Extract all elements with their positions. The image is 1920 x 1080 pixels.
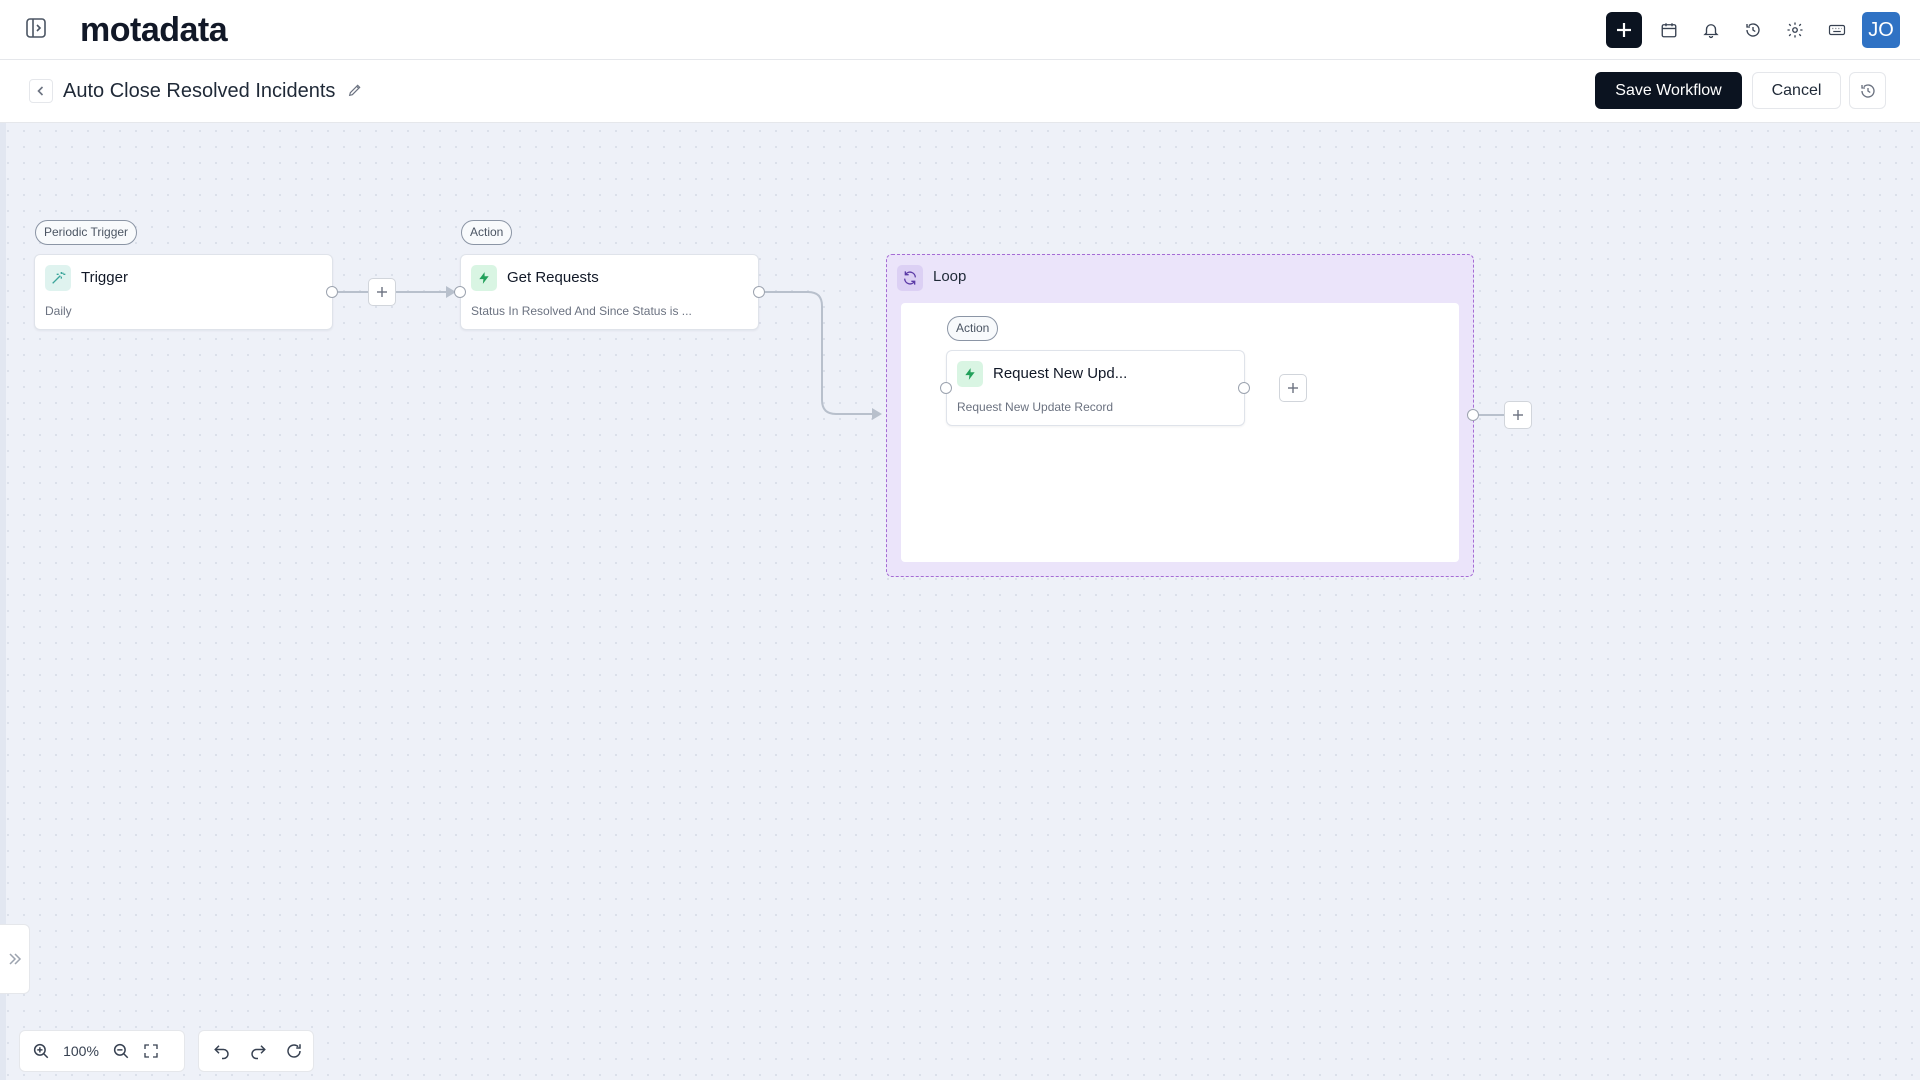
keyboard-icon[interactable] [1816,12,1858,48]
loop-label: Loop [933,268,967,285]
workflow-title-bar: Auto Close Resolved Incidents Save Workf… [0,60,1920,123]
node-title: Trigger [81,269,128,286]
node-subtitle: Status In Resolved And Since Status is .… [471,304,692,318]
get-requests-node[interactable]: Get Requests Status In Resolved And Sinc… [460,254,759,330]
plus-icon [377,287,387,297]
node-subtitle: Daily [45,304,72,318]
back-button[interactable] [29,79,53,103]
add-step-button[interactable] [1504,401,1532,429]
workflow-title: Auto Close Resolved Incidents [63,80,336,102]
lightning-icon [471,265,497,291]
node-title: Get Requests [507,269,599,286]
avatar[interactable]: JO [1862,12,1900,48]
refresh-icon[interactable] [279,1036,309,1066]
node-type-chip: Action [461,220,513,245]
zoom-out-icon[interactable] [106,1036,136,1066]
request-update-node[interactable]: Request New Upd... Request New Update Re… [946,350,1245,426]
save-workflow-button[interactable]: Save Workflow [1595,72,1742,109]
input-port[interactable] [454,286,466,298]
app-logo: motadata [80,11,228,49]
output-port[interactable] [1238,382,1250,394]
node-subtitle: Request New Update Record [957,400,1114,414]
header-actions: JO [1606,12,1900,48]
input-port[interactable] [940,382,952,394]
gear-icon[interactable] [1774,12,1816,48]
double-chevron-right-icon [8,953,21,965]
sidebar-toggle-icon[interactable] [24,16,50,42]
expand-panel-button[interactable] [0,924,30,994]
cancel-button[interactable]: Cancel [1752,72,1841,109]
node-title: Request New Upd... [993,365,1128,382]
bell-icon[interactable] [1690,12,1732,48]
add-step-button[interactable] [1279,374,1307,402]
history-controls [198,1030,314,1072]
version-history-button[interactable] [1849,72,1886,109]
node-type-chip: Periodic Trigger [35,220,138,245]
zoom-in-icon[interactable] [26,1036,56,1066]
loop-body [901,303,1459,562]
history-icon [1860,83,1875,98]
add-step-button[interactable] [368,278,396,306]
top-bar: motadata JO [0,0,1920,60]
plus-icon[interactable] [1606,12,1642,48]
calendar-icon[interactable] [1648,12,1690,48]
wand-icon [45,265,71,291]
output-port[interactable] [753,286,765,298]
output-port[interactable] [326,286,338,298]
plus-icon [1288,383,1298,393]
pencil-icon[interactable] [347,82,365,100]
history-icon[interactable] [1732,12,1774,48]
loop-output-port[interactable] [1467,409,1479,421]
refresh-icon [897,265,923,291]
fit-view-icon[interactable] [136,1036,166,1066]
zoom-level: 100% [63,1043,99,1059]
redo-icon[interactable] [243,1036,273,1066]
lightning-icon [957,361,983,387]
undo-icon[interactable] [207,1036,237,1066]
trigger-node[interactable]: Trigger Daily [34,254,333,330]
zoom-controls: 100% [19,1030,185,1072]
node-type-chip: Action [947,316,999,341]
plus-icon [1513,410,1523,420]
